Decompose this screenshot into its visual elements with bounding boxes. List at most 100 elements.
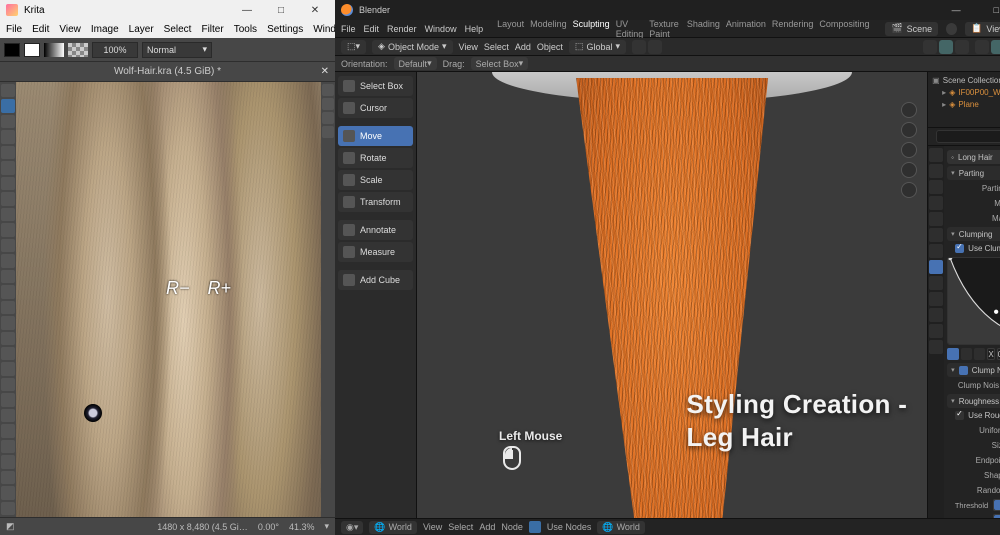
properties-search[interactable]	[936, 130, 1000, 143]
tool-measure[interactable]	[1, 347, 15, 360]
tab-layout[interactable]: Layout	[497, 19, 524, 39]
outliner[interactable]: ▣Scene Collection ▸◈ IF00P00_Wolf_Mo… ▸◈…	[928, 72, 1000, 128]
tool-select-rect[interactable]	[1, 378, 15, 391]
menu-select[interactable]: Select	[164, 24, 192, 35]
bmenu-file[interactable]: File	[341, 24, 356, 34]
bmenu-window[interactable]: Window	[425, 24, 457, 34]
docker-btn-4[interactable]	[322, 126, 334, 138]
docker-btn-1[interactable]	[322, 84, 334, 96]
tab-sculpting[interactable]: Sculpting	[573, 19, 610, 39]
tool-brush[interactable]	[1, 130, 15, 143]
use-roughness-check[interactable]: Use Roughness…	[947, 408, 1000, 422]
menu-tools[interactable]: Tools	[234, 24, 257, 35]
mode-select[interactable]: ◈ Object Mode ▾	[372, 40, 452, 54]
tool-select-similar[interactable]	[1, 440, 15, 453]
tab-comp[interactable]: Compositing	[819, 19, 869, 39]
tool-ellipse[interactable]	[1, 177, 15, 190]
node-world-slot[interactable]: 🌐 World	[597, 521, 645, 534]
menu-edit[interactable]: Edit	[32, 24, 49, 35]
blender-min-button[interactable]: —	[939, 0, 973, 20]
tool-move[interactable]	[1, 99, 15, 112]
tool-select-poly[interactable]	[1, 409, 15, 422]
rough-extra[interactable]: 0.150	[993, 514, 1000, 518]
pattern-swatch[interactable]	[68, 43, 88, 57]
gizmo-toggle[interactable]	[923, 40, 937, 54]
vmenu-select[interactable]: Select	[484, 42, 509, 52]
zoom-dropdown-icon[interactable]: ▾	[324, 521, 329, 532]
tool-rotate[interactable]: Rotate	[338, 148, 413, 168]
ptab-texture[interactable]	[929, 340, 943, 354]
tool-reference[interactable]	[1, 362, 15, 375]
nmenu-view[interactable]: View	[423, 522, 442, 532]
curve-handle-vec[interactable]	[961, 348, 972, 360]
menu-file[interactable]: File	[6, 24, 22, 35]
persp-gizmo[interactable]	[901, 182, 917, 198]
tool-zoom[interactable]	[1, 486, 15, 499]
krita-max-button[interactable]: □	[267, 0, 295, 20]
node-editor-type[interactable]: ◉▾	[341, 521, 363, 534]
status-rotation[interactable]: 0.00°	[258, 522, 279, 532]
shade-solid[interactable]	[991, 40, 1000, 54]
tool-annotate[interactable]: Annotate	[338, 220, 413, 240]
roughness-header[interactable]: ▾Roughness	[947, 394, 1000, 408]
docker-btn-2[interactable]	[322, 98, 334, 110]
krita-min-button[interactable]: —	[233, 0, 261, 20]
fg-color-swatch[interactable]	[4, 43, 20, 57]
blender-max-button[interactable]: □	[979, 0, 1000, 20]
nmenu-add[interactable]: Add	[479, 522, 495, 532]
tool-polygon[interactable]	[1, 192, 15, 205]
menu-image[interactable]: Image	[91, 24, 119, 35]
tool-select-magnetic[interactable]	[1, 471, 15, 484]
tool-assistant[interactable]	[1, 332, 15, 345]
viewlayer-field[interactable]: 📋 ViewLayer	[965, 22, 1000, 36]
tool-line[interactable]	[1, 146, 15, 159]
pan-gizmo[interactable]	[901, 142, 917, 158]
tab-uv[interactable]: UV Editing	[616, 19, 644, 39]
nmenu-select[interactable]: Select	[448, 522, 473, 532]
tool-select-free[interactable]	[1, 393, 15, 406]
docker-btn-3[interactable]	[322, 112, 334, 124]
ptab-render[interactable]	[929, 148, 943, 162]
zoom-gizmo[interactable]	[901, 122, 917, 138]
ptab-world[interactable]	[929, 212, 943, 226]
tool-add-cube[interactable]: Add Cube	[338, 270, 413, 290]
ptab-constraint[interactable]	[929, 292, 943, 306]
outliner-item[interactable]: ▸◈ IF00P00_Wolf_Mo…	[932, 86, 1000, 98]
tool-bezier[interactable]	[1, 208, 15, 221]
nav-gizmo[interactable]	[901, 102, 917, 118]
bmenu-render[interactable]: Render	[387, 24, 417, 34]
tool-select-box[interactable]: Select Box	[338, 76, 413, 96]
bmenu-edit[interactable]: Edit	[364, 24, 380, 34]
tool-transform[interactable]: Transform	[338, 192, 413, 212]
tool-calligraphy[interactable]	[1, 239, 15, 252]
tool-text[interactable]	[1, 254, 15, 267]
camera-gizmo[interactable]	[901, 162, 917, 178]
outliner-item[interactable]: ▸◈ Plane	[932, 98, 1000, 110]
tool-pattern[interactable]	[1, 285, 15, 298]
scene-field[interactable]: 🎬 Scene	[885, 22, 938, 36]
ptab-output[interactable]	[929, 164, 943, 178]
clumpnoise-header[interactable]: ▾Clump Noise	[947, 363, 1000, 377]
ptab-physics[interactable]	[929, 276, 943, 290]
curve-x[interactable]: X	[987, 348, 994, 360]
tool-rect[interactable]	[1, 161, 15, 174]
use-clump-curve-check[interactable]: Use Clump Curve	[947, 241, 1000, 255]
ptab-object[interactable]	[929, 228, 943, 242]
tool-crop[interactable]	[1, 115, 15, 128]
tool-gradient[interactable]	[1, 270, 15, 283]
blendmode-select[interactable]: Normal▾	[142, 42, 212, 58]
ptab-viewlayer[interactable]	[929, 180, 943, 194]
tool-pan[interactable]	[1, 502, 15, 515]
tool-select-bezier[interactable]	[1, 455, 15, 468]
menu-layer[interactable]: Layer	[129, 24, 154, 35]
clump-curve-widget[interactable]	[947, 257, 1000, 345]
xray-toggle[interactable]	[955, 40, 969, 54]
tool-transform[interactable]	[1, 84, 15, 97]
ptab-scene[interactable]	[929, 196, 943, 210]
tab-shading[interactable]: Shading	[687, 19, 720, 39]
rough-threshold[interactable]: 0.750	[993, 499, 1000, 511]
menu-view[interactable]: View	[59, 24, 81, 35]
node-world-select[interactable]: 🌐 World	[369, 521, 417, 534]
clumping-header[interactable]: ▾Clumping	[947, 227, 1000, 241]
blender-viewport[interactable]: Left Mouse Styling Creation - Leg Hair	[417, 72, 927, 518]
